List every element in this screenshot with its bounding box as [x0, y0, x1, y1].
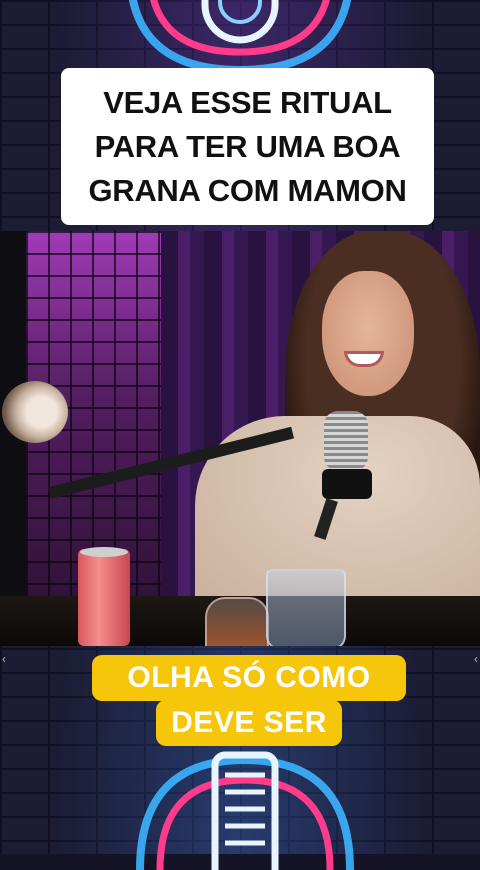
chevron-right-icon[interactable]: ‹ — [474, 652, 478, 666]
energy-drink-can — [78, 549, 130, 646]
chevron-left-icon[interactable]: ‹ — [2, 652, 6, 666]
can-lid — [80, 547, 128, 557]
caption-line-1: OLHA SÓ COMO — [92, 655, 406, 701]
video-frame[interactable] — [0, 231, 480, 646]
microphone-neon-icon — [136, 751, 354, 870]
studio-lamp — [2, 381, 68, 443]
title-text: VEJA ESSE RITUAL PARA TER UMA BOA GRANA … — [88, 84, 407, 208]
water-glass — [266, 569, 346, 646]
wine-glass — [205, 597, 269, 646]
caption-line-2: DEVE SER — [156, 700, 342, 746]
microphone-mount — [322, 469, 372, 499]
title-card: VEJA ESSE RITUAL PARA TER UMA BOA GRANA … — [61, 68, 434, 225]
person-face — [322, 271, 414, 396]
microphone-icon — [324, 411, 368, 471]
